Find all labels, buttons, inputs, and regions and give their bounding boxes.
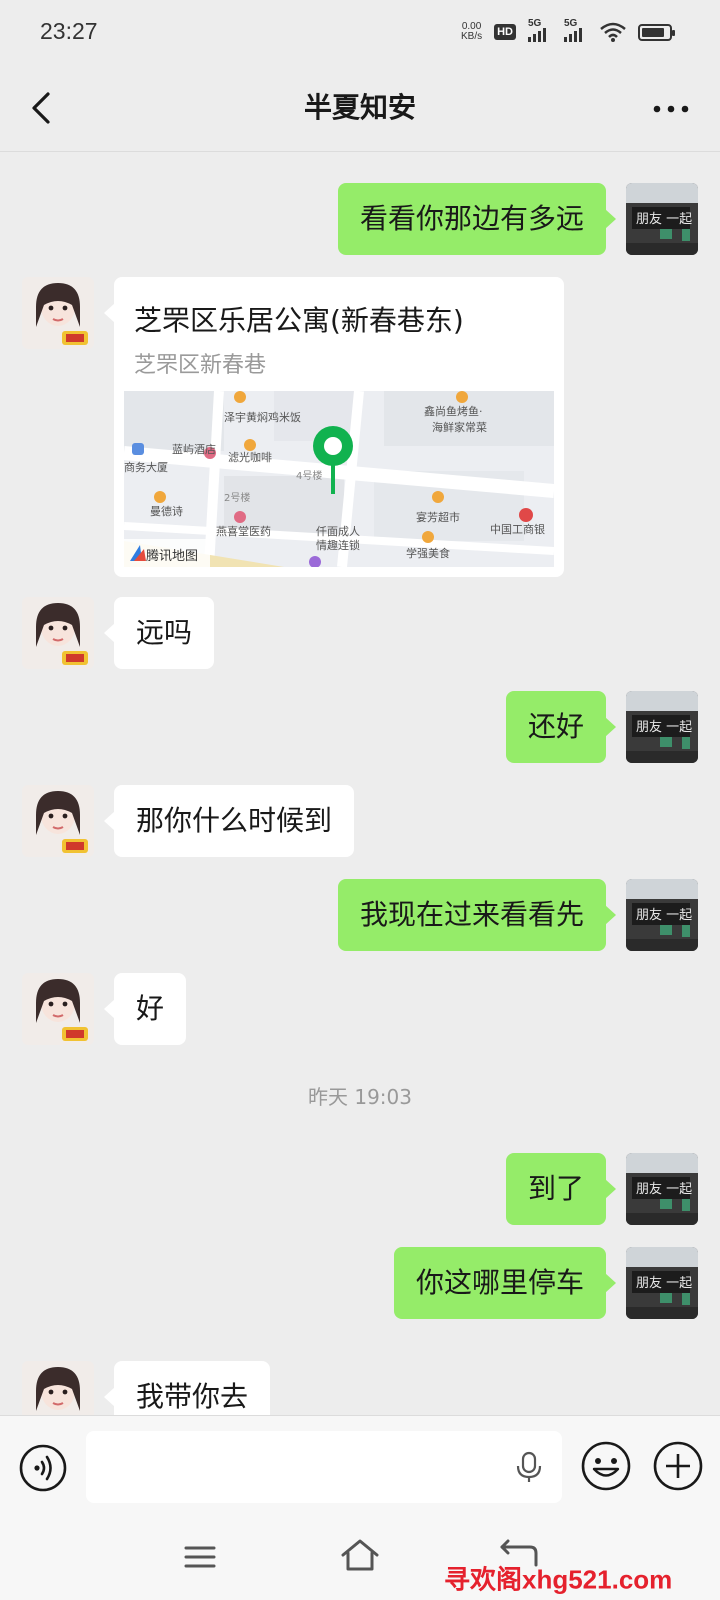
menu-icon[interactable]: [180, 1539, 220, 1575]
map-poi-label: 4号楼: [296, 469, 322, 482]
location-title: 芝罘区乐居公寓(新春巷东): [134, 304, 464, 337]
battery-icon: [638, 23, 675, 41]
map-poi-label: 仟面成人: [316, 525, 360, 538]
map-poi-label: 泽宇黄焖鸡米饭: [224, 410, 301, 424]
my-avatar[interactable]: 朋友 一起: [626, 183, 698, 255]
map-poi-label: 滤光咖啡: [228, 450, 272, 464]
map-poi-label: 曼德诗: [150, 504, 183, 518]
message-row: 还好 朋友 一起: [0, 691, 720, 763]
signal-sim1-icon: 5G: [528, 18, 552, 42]
plus-icon[interactable]: [652, 1440, 704, 1492]
message-row: 远吗: [0, 597, 720, 669]
message-bubble-outgoing[interactable]: 我现在过来看看先: [337, 879, 617, 951]
chat-header: 半夏知安: [0, 66, 720, 152]
wifi-icon: [600, 22, 626, 42]
message-bubble-incoming[interactable]: 远吗: [103, 597, 215, 669]
svg-text:朋友 一起: 朋友 一起: [636, 211, 692, 227]
message-row: 看看你那边有多远 朋友 一起: [0, 183, 720, 255]
contact-avatar[interactable]: [22, 1361, 94, 1415]
message-row: 你这哪里停车 朋友 一起: [0, 1247, 720, 1319]
message-row: 我现在过来看看先 朋友 一起: [0, 879, 720, 951]
map-poi-label: 鑫尚鱼烤鱼·: [424, 404, 483, 418]
svg-text:朋友 一起: 朋友 一起: [636, 1181, 692, 1197]
map-provider-label: 腾讯地图: [146, 548, 198, 564]
voice-input-icon[interactable]: [18, 1443, 68, 1493]
message-bubble-outgoing[interactable]: 看看你那边有多远: [337, 183, 617, 255]
input-bar: [0, 1415, 720, 1513]
message-row: 芝罘区乐居公寓(新春巷东) 芝罘区新春巷 泽宇黄焖鸡米饭 鑫尚鱼烤鱼· 海鲜家常…: [0, 277, 720, 577]
contact-avatar[interactable]: [22, 597, 94, 669]
my-avatar[interactable]: 朋友 一起: [626, 691, 698, 763]
contact-avatar[interactable]: [22, 785, 94, 857]
message-bubble-incoming[interactable]: 那你什么时候到: [103, 785, 355, 857]
location-address: 芝罘区新春巷: [134, 353, 267, 378]
message-input[interactable]: [86, 1431, 562, 1503]
map-poi-label: 商务大厦: [124, 460, 168, 474]
map-poi-label: 蓝屿酒店: [172, 442, 216, 456]
message-bubble-outgoing[interactable]: 还好: [505, 691, 617, 763]
map-poi-label: 情趣连锁: [316, 538, 360, 552]
my-avatar[interactable]: 朋友 一起: [626, 1247, 698, 1319]
microphone-icon[interactable]: [512, 1450, 546, 1484]
message-row: 我带你去: [0, 1361, 720, 1415]
signal-sim2-icon: 5G: [564, 18, 588, 42]
message-row: 好: [0, 973, 720, 1045]
map-poi-label: 燕喜堂医药: [216, 525, 271, 538]
svg-text:朋友 一起: 朋友 一起: [636, 1275, 692, 1291]
map-poi-label: 海鲜家常菜: [432, 420, 487, 434]
message-row: 到了 朋友 一起: [0, 1153, 720, 1225]
emoji-icon[interactable]: [580, 1440, 632, 1492]
message-timestamp: 昨天 19:03: [308, 1085, 412, 1109]
status-bar: 23:27 0.00 KB/s HD 5G 5G: [0, 0, 720, 66]
my-avatar[interactable]: 朋友 一起: [626, 879, 698, 951]
status-time: 23:27: [40, 18, 98, 44]
site-watermark: 寻欢阁xhg521.com: [444, 1564, 673, 1595]
chat-title: 半夏知安: [303, 91, 416, 124]
location-map-thumbnail[interactable]: 泽宇黄焖鸡米饭 鑫尚鱼烤鱼· 海鲜家常菜 蓝屿酒店 滤光咖啡 商务大厦 4号楼 …: [124, 391, 554, 567]
svg-text:朋友 一起: 朋友 一起: [636, 719, 692, 735]
location-card[interactable]: 芝罘区乐居公寓(新春巷东) 芝罘区新春巷 泽宇黄焖鸡米饭 鑫尚鱼烤鱼· 海鲜家常…: [104, 277, 564, 577]
network-speed: 0.00 KB/s: [460, 21, 483, 42]
home-icon[interactable]: [338, 1533, 382, 1577]
map-poi-label: 中国工商银: [490, 522, 545, 536]
message-bubble-outgoing[interactable]: 你这哪里停车: [393, 1247, 617, 1319]
svg-text:朋友 一起: 朋友 一起: [636, 907, 692, 923]
contact-avatar[interactable]: [22, 277, 94, 349]
more-dots-icon[interactable]: [646, 94, 696, 124]
message-bubble-outgoing[interactable]: 到了: [505, 1153, 617, 1225]
map-poi-label: 宴芳超市: [416, 510, 460, 524]
status-icons: 0.00 KB/s HD 5G 5G: [460, 18, 675, 42]
hd-voice-icon: HD: [494, 24, 516, 40]
map-poi-label: 2号楼: [224, 491, 250, 504]
my-avatar[interactable]: 朋友 一起: [626, 1153, 698, 1225]
contact-avatar[interactable]: [22, 973, 94, 1045]
message-bubble-incoming[interactable]: 我带你去: [103, 1361, 271, 1415]
message-row: 那你什么时候到: [0, 785, 720, 857]
message-bubble-incoming[interactable]: 好: [103, 973, 187, 1045]
map-poi-label: 学强美食: [406, 546, 450, 560]
chat-messages[interactable]: 看看你那边有多远 朋友 一起 芝罘区乐居公寓(新春巷东) 芝罘区新春巷 泽宇黄焖…: [0, 153, 720, 1415]
